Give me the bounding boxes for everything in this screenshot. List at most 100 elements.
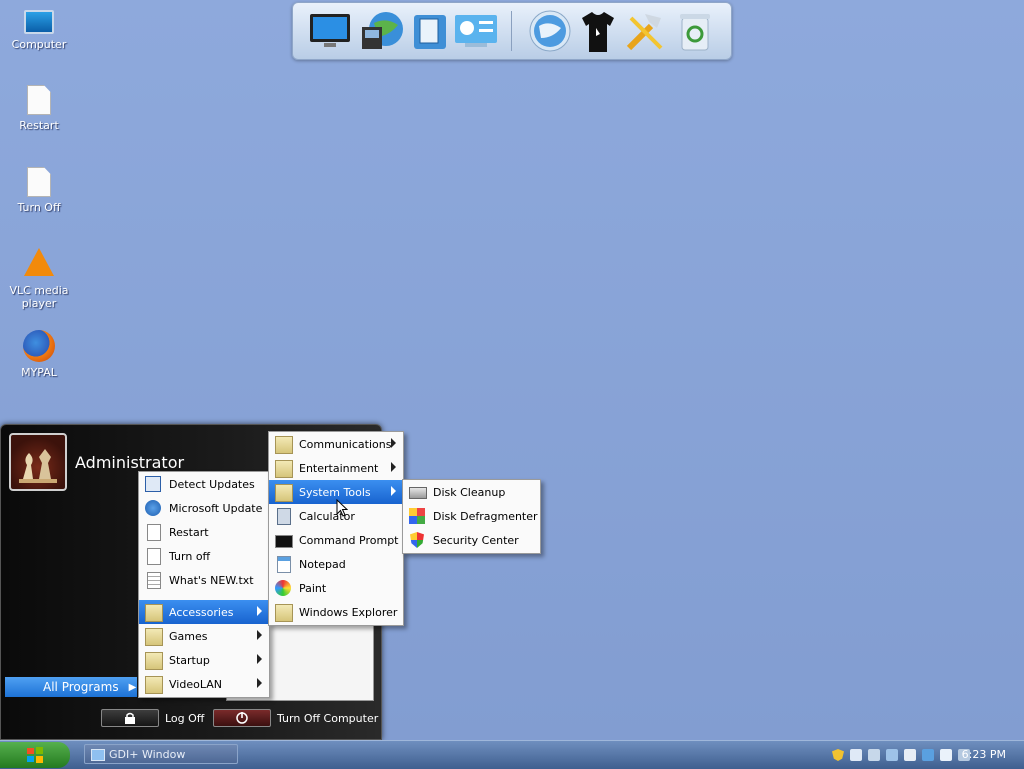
dock-item-tools[interactable] [621,8,667,54]
menu-item-label: VideoLAN [169,677,222,691]
folder-icon [145,628,163,646]
desktop-icon-restart[interactable]: Restart [1,85,77,132]
menu-item-paint[interactable]: Paint [269,576,403,600]
all-programs-label: All Programs [43,680,119,694]
security-shield-icon[interactable] [832,749,844,761]
document-icon [147,524,161,541]
menu-item-label: Microsoft Update [169,501,263,515]
menu-item-label: Disk Cleanup [433,485,506,499]
menu-item-label: Restart [169,525,209,539]
control-panel-icon [455,15,497,47]
menu-item-accessories[interactable]: Accessories [139,600,269,624]
submenu-arrow-icon [257,606,262,616]
desktop-icon-turn-off[interactable]: Turn Off [1,167,77,214]
security-shield-icon [410,532,424,548]
notepad-icon [277,556,291,573]
menu-item-detect-updates[interactable]: Detect Updates [139,472,269,496]
menu-item-disk-cleanup[interactable]: Disk Cleanup [403,480,540,504]
windows-logo-icon [27,747,43,763]
desktop-icon-vlc[interactable]: VLC media player [1,248,77,310]
log-off-label: Log Off [165,711,205,725]
update-tray-icon[interactable] [886,749,898,761]
turn-off-computer-button[interactable]: Turn Off Computer [213,709,378,727]
network-icon[interactable] [850,749,862,761]
power-icon [213,709,271,727]
menu-item-label: Command Prompt [299,533,399,547]
desktop-icon-label: VLC media player [9,284,69,310]
menu-item-label: Detect Updates [169,477,255,491]
menu-item-label: Windows Explorer [299,605,398,619]
menu-item-entertainment[interactable]: Entertainment [269,456,403,480]
document-icon [147,548,161,565]
start-button[interactable] [0,742,70,768]
lock-icon [101,709,159,727]
dock-item-control-panel[interactable] [453,8,499,54]
folder-icon [275,484,293,502]
menu-item-whats-new[interactable]: What's NEW.txt [139,568,269,592]
desktop-icon-label: MYPAL [21,366,57,379]
clock[interactable]: 6:23 PM [962,748,1006,761]
accessories-menu: Communications Entertainment System Tool… [268,431,404,626]
menu-item-turn-off[interactable]: Turn off [139,544,269,568]
desktop-icon-label: Computer [11,38,67,51]
menu-item-notepad[interactable]: Notepad [269,552,403,576]
desktop-icon-label: Restart [19,119,59,132]
taskbar-button-gdi-window[interactable]: GDI+ Window [84,744,238,764]
mypal-browser-icon [23,330,55,362]
all-programs-button[interactable]: All Programs ▶ [5,677,137,697]
windows-update-icon [145,500,161,516]
menu-item-games[interactable]: Games [139,624,269,648]
turn-off-shortcut-icon [27,167,51,197]
menu-item-restart[interactable]: Restart [139,520,269,544]
menu-item-label: System Tools [299,485,371,499]
defragmenter-icon [409,508,425,524]
desktop-icon-computer[interactable]: Computer [1,4,77,51]
dock-item-monitor[interactable] [307,8,353,54]
dock-item-recycle-bin[interactable] [671,8,717,54]
dock-item-documents[interactable] [407,8,453,54]
dock-item-network[interactable] [359,8,405,54]
menu-item-communications[interactable]: Communications [269,432,403,456]
command-prompt-icon [275,535,293,548]
folder-icon [275,436,293,454]
restart-shortcut-icon [27,85,51,115]
system-tools-menu: Disk Cleanup Disk Defragmenter Security … [402,479,541,554]
calculator-icon [277,508,291,525]
folder-icon [145,604,163,622]
language-tray-icon[interactable] [940,749,952,761]
folder-icon [275,460,293,478]
monitor-icon [310,14,350,47]
computer-icon [24,10,54,34]
dock-item-themes[interactable] [575,8,621,54]
menu-item-label: Communications [299,437,392,451]
log-off-button[interactable]: Log Off [101,709,204,727]
submenu-arrow-icon [257,654,262,664]
dock [292,2,732,60]
folder-icon [145,652,163,670]
taskbar: GDI+ Window 6:23 PM [0,740,1024,769]
menu-item-label: Turn off [169,549,211,563]
menu-item-microsoft-update[interactable]: Microsoft Update [139,496,269,520]
monitor-tray-icon[interactable] [922,749,934,761]
vlc-icon [24,248,54,276]
menu-item-disk-defragmenter[interactable]: Disk Defragmenter [403,504,540,528]
submenu-arrow-icon [391,462,396,472]
disk-cleanup-icon [409,487,427,499]
desktop-icon-mypal[interactable]: MYPAL [1,330,77,379]
user-avatar[interactable] [9,433,67,491]
menu-item-label: Games [169,629,208,643]
tools-icon [626,14,663,51]
menu-item-command-prompt[interactable]: Command Prompt [269,528,403,552]
recycle-bin-icon [680,14,710,51]
documents-icon [414,15,446,49]
dock-item-internet[interactable] [527,8,573,54]
globe-network-icon [362,12,403,49]
menu-item-label: Security Center [433,533,519,547]
menu-item-videolan[interactable]: VideoLAN [139,672,269,696]
menu-item-startup[interactable]: Startup [139,648,269,672]
tools-tray-icon[interactable] [868,749,880,761]
menu-item-windows-explorer[interactable]: Windows Explorer [269,600,403,624]
document-tray-icon[interactable] [904,749,916,761]
menu-item-security-center[interactable]: Security Center [403,528,540,552]
menu-item-label: Paint [299,581,327,595]
